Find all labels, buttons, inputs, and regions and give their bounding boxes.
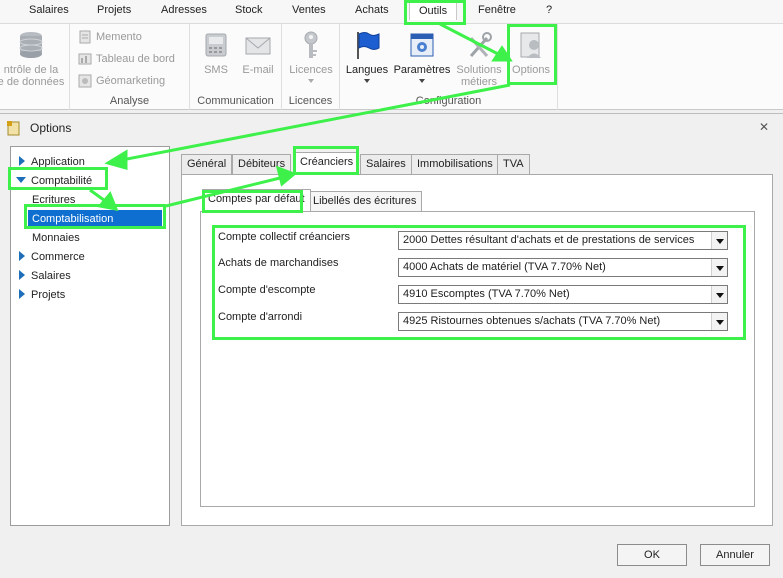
ribbon-group-analyse: Memento Tableau de bord Géomarketing Ana… (70, 24, 190, 110)
tab-salaires[interactable]: Salaires (360, 154, 412, 174)
tree-item-projets[interactable]: Projets (19, 286, 65, 304)
sms-button[interactable]: SMS (198, 30, 234, 76)
memento-icon (79, 30, 91, 44)
tree-item-monnaies[interactable]: Monnaies (32, 229, 80, 247)
langues-dropdown-arrow-icon (364, 79, 370, 83)
close-icon[interactable]: ✕ (759, 120, 769, 134)
ribbon-group-communication: SMS E-mail Communication (190, 24, 282, 110)
communication-group-title: Communication (197, 95, 274, 107)
tab-debiteurs[interactable]: Débiteurs (232, 154, 292, 174)
database-control-button[interactable]: ntrôle de la e de données (0, 30, 68, 88)
tree-item-salaires[interactable]: Salaires (19, 267, 71, 285)
expand-arrow-icon[interactable] (19, 270, 25, 280)
ok-button[interactable]: OK (617, 544, 687, 566)
highlight-comptabilite-node (8, 167, 108, 190)
analyse-group-title: Analyse (109, 95, 150, 107)
tab-tva[interactable]: TVA (497, 154, 530, 174)
tableau-de-bord-button[interactable]: Tableau de bord (78, 52, 175, 66)
menu-fenetre[interactable]: Fenêtre (478, 4, 516, 16)
menu-achats[interactable]: Achats (355, 4, 389, 16)
menu-ventes[interactable]: Ventes (292, 4, 326, 16)
langues-button[interactable]: Langues (344, 30, 390, 83)
configuration-group-title: Configuration (415, 95, 482, 107)
licences-dropdown-arrow-icon (308, 79, 314, 83)
highlight-account-fields (212, 225, 746, 340)
ribbon-group-database: ntrôle de la e de données (0, 24, 70, 110)
expand-arrow-icon[interactable] (19, 289, 25, 299)
menu-stock[interactable]: Stock (235, 4, 263, 16)
menu-adresses[interactable]: Adresses (161, 4, 207, 16)
menu-salaires[interactable]: Salaires (29, 4, 69, 16)
settings-window-icon (410, 33, 434, 57)
email-button[interactable]: E-mail (238, 30, 278, 76)
tab-immobilisations[interactable]: Immobilisations (411, 154, 499, 174)
highlight-comptabilisation-node (24, 204, 166, 229)
tools-icon (469, 32, 492, 57)
memento-button[interactable]: Memento (78, 30, 142, 44)
dashboard-icon (78, 53, 92, 65)
phone-icon (205, 33, 227, 57)
ribbon-group-licences: Licences Licences (282, 24, 340, 110)
options-window-icon (7, 121, 20, 136)
options-dialog: Options ✕ Application Comptabilité Ecrit… (0, 113, 783, 578)
expand-arrow-icon[interactable] (19, 251, 25, 261)
highlight-options-button (507, 24, 557, 85)
parametres-dropdown-arrow-icon (419, 79, 425, 83)
highlight-outils-menu (404, 0, 466, 25)
tree-item-commerce[interactable]: Commerce (19, 248, 85, 266)
subtab-libelles-ecritures[interactable]: Libellés des écritures (307, 191, 423, 211)
parametres-button[interactable]: Paramètres (392, 30, 452, 83)
options-tree: Application Comptabilité Ecritures Compt… (10, 146, 170, 526)
database-icon (19, 32, 43, 58)
flag-icon (357, 32, 380, 59)
geomarketing-button[interactable]: Géomarketing (78, 74, 165, 88)
highlight-creanciers-tab (293, 146, 359, 175)
key-icon (304, 31, 318, 58)
menu-help[interactable]: ? (546, 4, 552, 16)
menu-projets[interactable]: Projets (97, 4, 131, 16)
geomarketing-icon (78, 74, 92, 88)
expand-arrow-icon[interactable] (19, 156, 25, 166)
cancel-button[interactable]: Annuler (700, 544, 770, 566)
licences-group-title: Licences (288, 95, 333, 107)
highlight-comptes-subtab (202, 190, 303, 213)
envelope-icon (245, 37, 271, 55)
solutions-metiers-button[interactable]: Solutions métiers (452, 30, 506, 88)
licences-button[interactable]: Licences (286, 30, 336, 83)
dialog-title: Options (30, 121, 72, 135)
ribbon: ntrôle de la e de données Memento Tablea… (0, 24, 783, 110)
menu-bar: Salaires Projets Adresses Stock Ventes A… (0, 0, 783, 24)
tab-general[interactable]: Général (181, 154, 233, 174)
